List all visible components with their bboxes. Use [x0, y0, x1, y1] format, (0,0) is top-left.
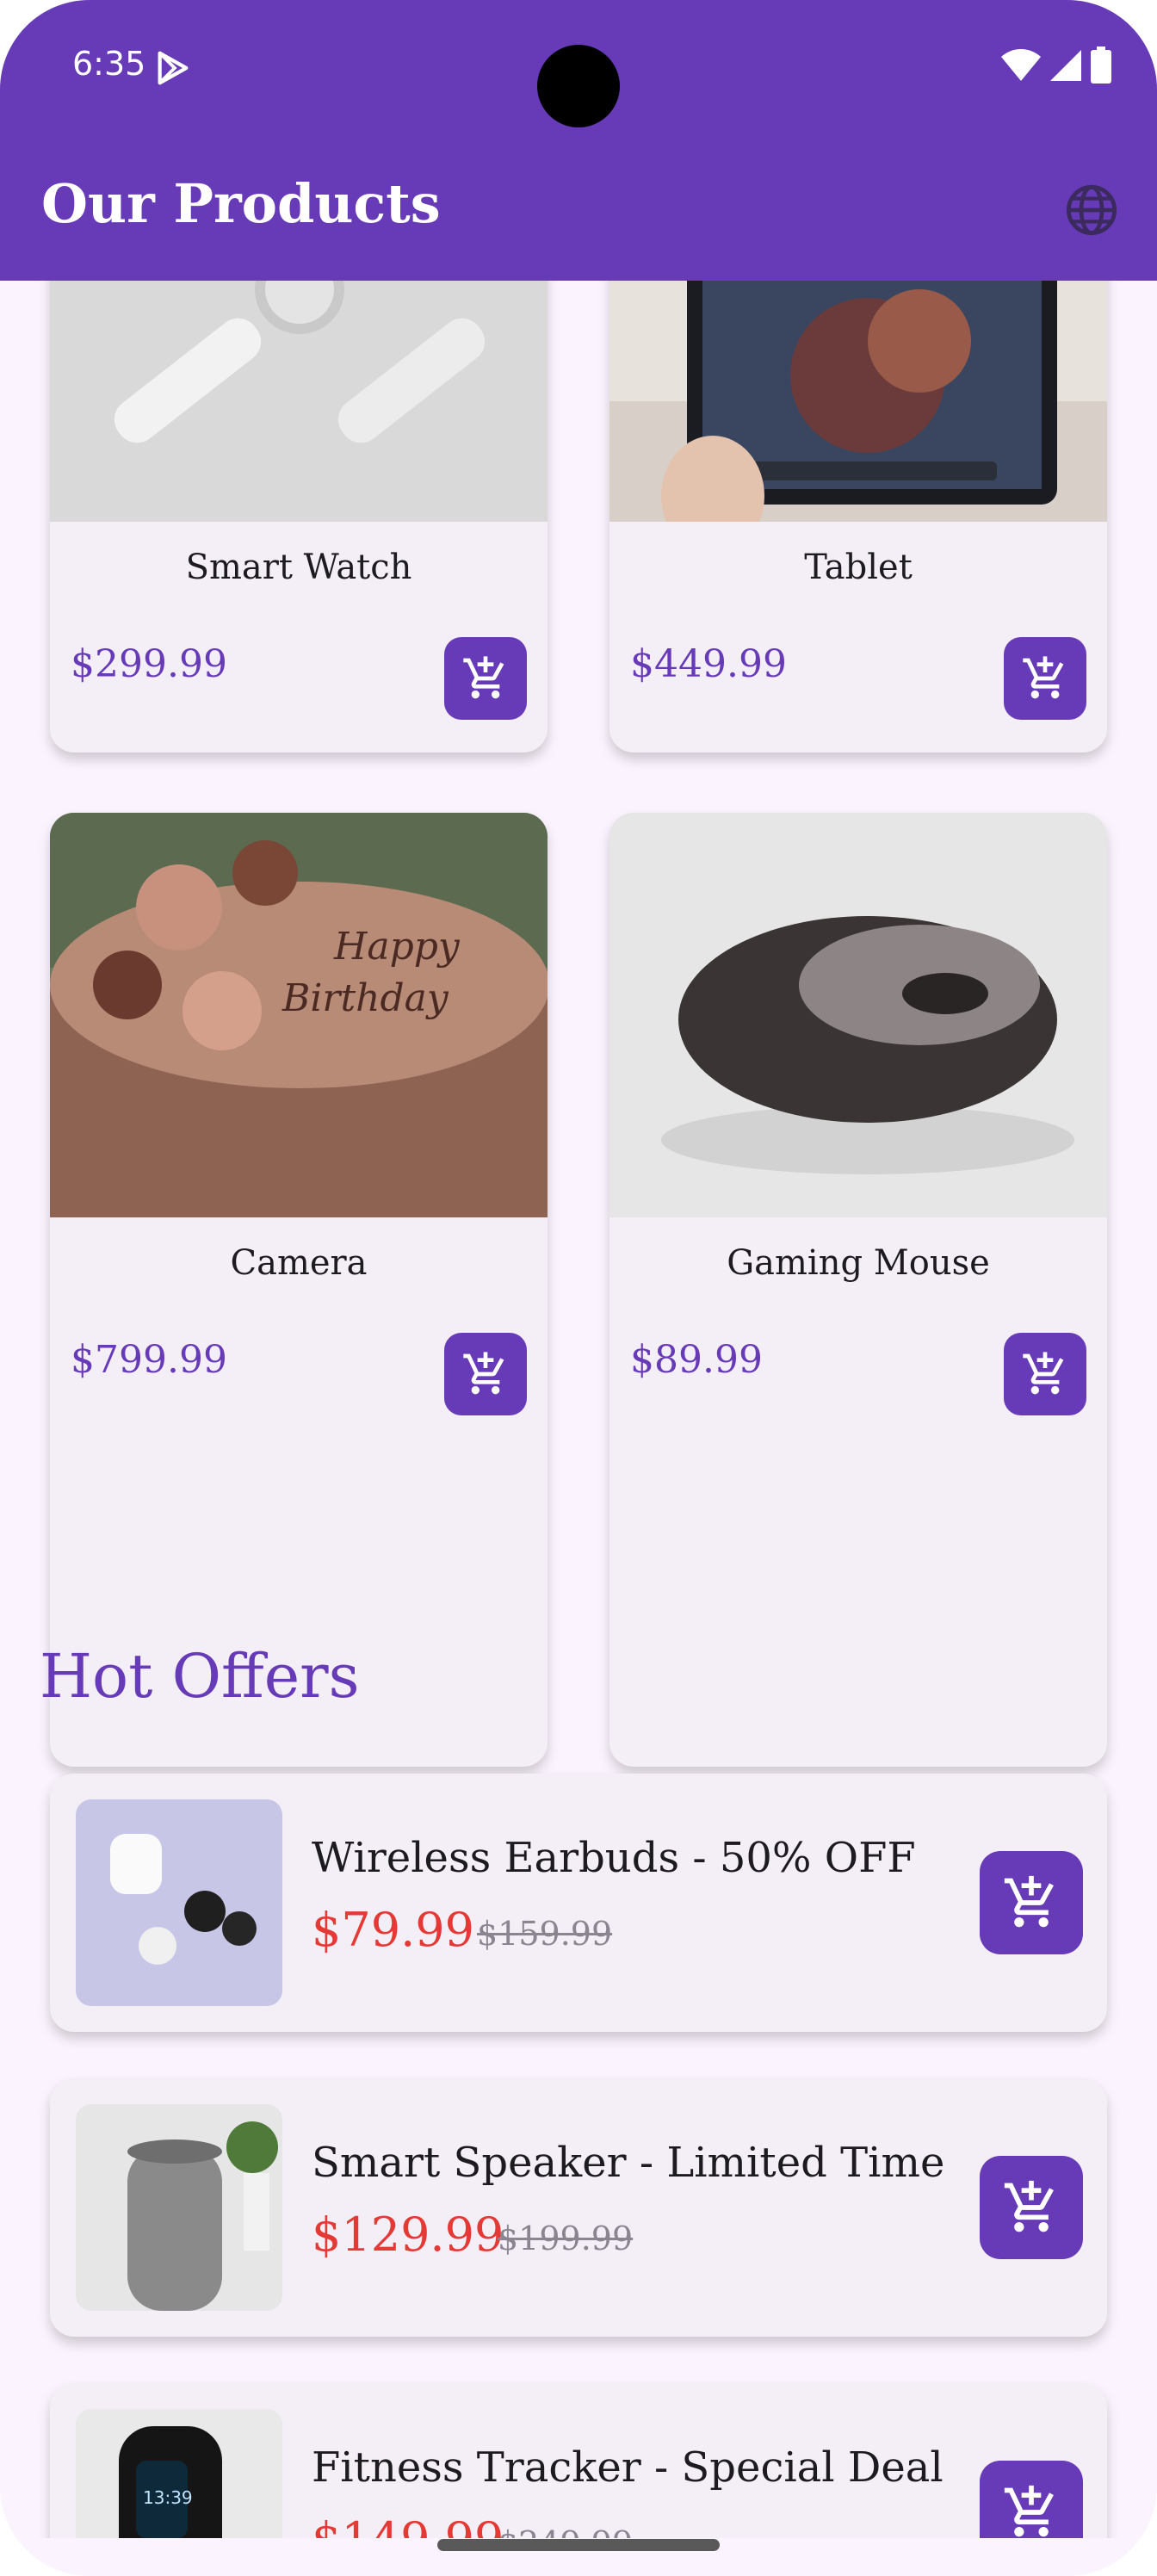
offer-price: $79.99 — [312, 1903, 474, 1957]
product-card[interactable]: Gaming Mouse $89.99 — [609, 813, 1107, 1767]
product-price: $799.99 — [71, 1338, 227, 1382]
offer-title: Fitness Tracker - Special Deal — [312, 2443, 944, 2492]
system-icons — [1000, 46, 1112, 84]
add-shopping-cart-icon — [463, 656, 504, 699]
offer-item[interactable]: Wireless Earbuds - 50% OFF $79.99 $159.9… — [50, 1774, 1107, 2032]
offer-old-price: $249.99 — [498, 2524, 633, 2538]
product-name: Gaming Mouse — [727, 1243, 990, 1283]
add-to-cart-button[interactable] — [980, 1851, 1083, 1954]
product-price: $299.99 — [71, 642, 227, 686]
offer-image — [76, 1799, 282, 2006]
offer-title: Smart Speaker - Limited Time — [312, 2139, 945, 2187]
add-shopping-cart-icon — [1004, 1875, 1054, 1928]
product-card[interactable]: Happy Birthday Camera $799.99 — [50, 813, 548, 1767]
add-shopping-cart-icon — [1004, 2180, 1054, 2232]
add-to-cart-button[interactable] — [980, 2156, 1083, 2259]
add-shopping-cart-icon — [1023, 1352, 1064, 1395]
offer-price: $129.99 — [312, 2208, 504, 2262]
wifi-icon — [1001, 49, 1041, 81]
offer-image: 13:39 — [76, 2409, 282, 2538]
status-time: 6:35 — [72, 45, 146, 83]
offer-item[interactable]: 13:39 Fitness Tracker - Special Deal $14… — [50, 2383, 1107, 2538]
gesture-nav-bar[interactable] — [437, 2539, 720, 2551]
add-shopping-cart-icon — [1023, 656, 1064, 699]
product-card[interactable]: Smart Watch $299.99 — [50, 281, 548, 752]
product-image — [609, 281, 1107, 522]
product-image — [609, 813, 1107, 1217]
product-price: $449.99 — [630, 642, 787, 686]
add-to-cart-button[interactable] — [980, 2461, 1083, 2538]
offer-image — [76, 2104, 282, 2311]
battery-icon — [1091, 46, 1111, 84]
svg-text:13:39: 13:39 — [143, 2487, 193, 2508]
add-to-cart-button[interactable] — [444, 637, 527, 720]
offer-old-price: $159.99 — [477, 1915, 613, 1953]
product-name: Smart Watch — [185, 548, 412, 587]
offer-item[interactable]: Smart Speaker - Limited Time $129.99 $19… — [50, 2078, 1107, 2337]
offer-old-price: $199.99 — [498, 2220, 634, 2257]
device-screen: 6:35 Our Products Smart Watch $299.99 Ta… — [0, 0, 1157, 2576]
svg-text:Birthday: Birthday — [282, 976, 449, 1020]
add-shopping-cart-icon — [1004, 2485, 1054, 2537]
product-name: Camera — [230, 1243, 368, 1283]
svg-text:Happy: Happy — [333, 925, 461, 969]
add-to-cart-button[interactable] — [444, 1333, 527, 1415]
product-image — [50, 281, 548, 522]
product-image: Happy Birthday — [50, 813, 548, 1217]
add-shopping-cart-icon — [463, 1352, 504, 1395]
app-bar: 6:35 Our Products — [0, 0, 1157, 281]
add-to-cart-button[interactable] — [1004, 637, 1086, 720]
play-store-icon — [158, 51, 189, 85]
hot-offers-title: Hot Offers — [40, 1641, 360, 1712]
content-scroll[interactable]: Smart Watch $299.99 Tablet $449.99 Happy… — [0, 281, 1157, 2538]
globe-icon[interactable] — [1064, 183, 1119, 238]
page-title: Our Products — [41, 172, 441, 235]
product-card[interactable]: Tablet $449.99 — [609, 281, 1107, 752]
offer-price: $149.99 — [312, 2512, 504, 2538]
product-price: $89.99 — [630, 1338, 763, 1382]
signal-icon — [1050, 50, 1081, 81]
add-to-cart-button[interactable] — [1004, 1333, 1086, 1415]
product-name: Tablet — [804, 548, 913, 587]
offer-title: Wireless Earbuds - 50% OFF — [312, 1834, 916, 1882]
camera-cutout — [537, 45, 620, 127]
